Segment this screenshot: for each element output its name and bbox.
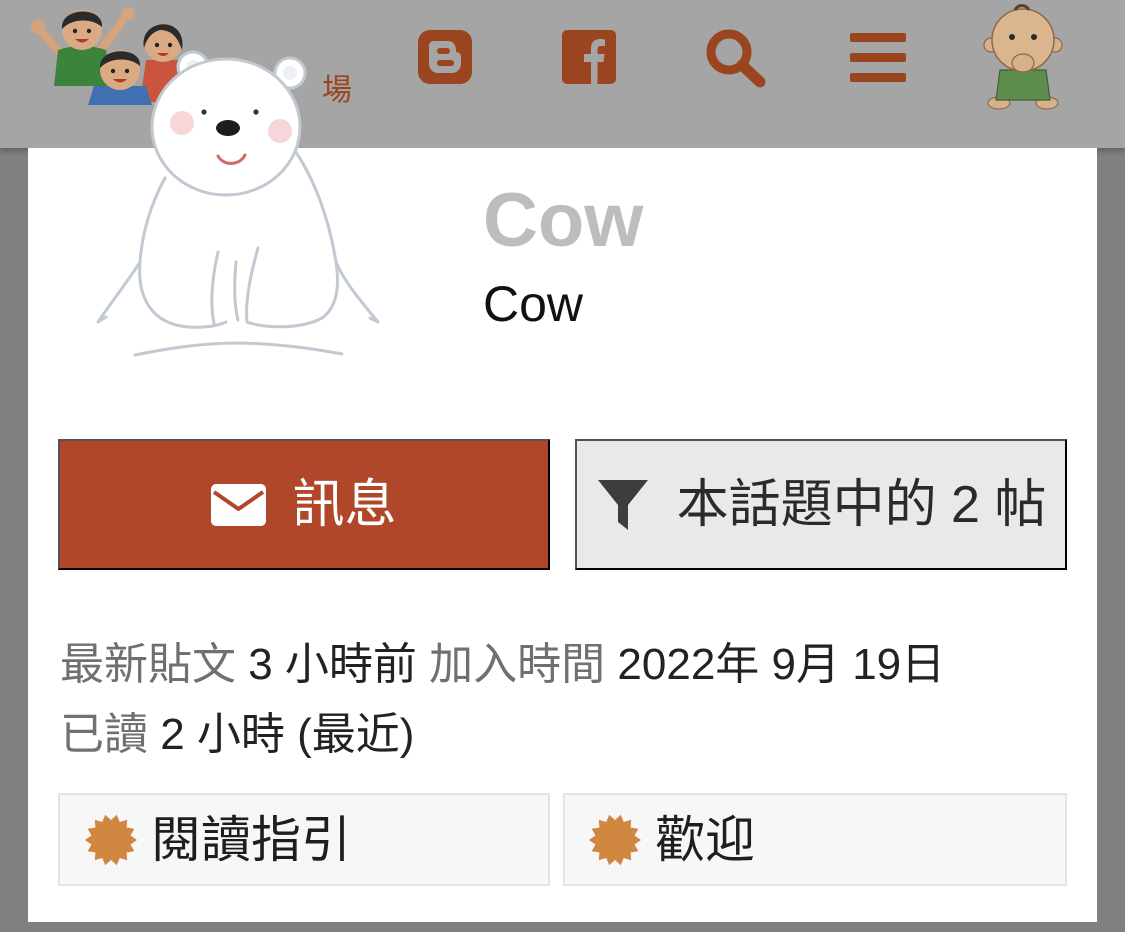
hamburger-menu-button[interactable]: [850, 31, 906, 83]
facebook-icon: [562, 30, 616, 84]
filter-posts-button[interactable]: 本話題中的 2 帖: [575, 439, 1067, 570]
search-icon: [706, 29, 766, 88]
current-user-avatar[interactable]: [975, 0, 1075, 112]
envelope-icon: [211, 483, 267, 526]
search-button[interactable]: [703, 27, 767, 89]
user-metadata: 最新貼文 3 小時前 加入時間 2022年 9月 19日 已讀 2 小時 (最近…: [60, 630, 1070, 770]
joined-value: 2022年 9月 19日: [617, 640, 946, 689]
certificate-icon: [85, 814, 137, 865]
username-link[interactable]: Cow: [483, 181, 643, 261]
blogger-icon: [418, 30, 472, 84]
joined-label: 加入時間: [429, 640, 606, 689]
baby-avatar-icon: [983, 4, 1063, 110]
badge-label: 歡迎: [655, 811, 755, 868]
send-message-label: 訊息: [292, 475, 397, 534]
badge-reading-guide[interactable]: 閱讀指引: [58, 793, 550, 886]
filter-posts-label: 本話題中的 2 帖: [676, 475, 1047, 534]
send-message-button[interactable]: 訊息: [58, 439, 550, 570]
read-time-value: 2 小時 (最近): [160, 710, 415, 759]
facebook-link[interactable]: [562, 30, 616, 84]
meta-line-activity: 最新貼文 3 小時前 加入時間 2022年 9月 19日: [60, 630, 1070, 700]
badge-welcome[interactable]: 歡迎: [563, 793, 1067, 886]
badge-label: 閱讀指引: [151, 811, 351, 868]
user-avatar[interactable]: [85, 40, 395, 370]
read-time-label: 已讀: [60, 710, 148, 759]
blogger-link[interactable]: [418, 30, 472, 84]
menu-icon: [850, 33, 906, 82]
user-full-name: Cow: [483, 276, 584, 332]
last-post-value: 3 小時前: [248, 640, 417, 689]
meta-line-read: 已讀 2 小時 (最近): [60, 700, 1070, 770]
certificate-icon: [589, 814, 641, 865]
filter-icon: [597, 479, 648, 530]
last-post-label: 最新貼文: [60, 640, 236, 689]
